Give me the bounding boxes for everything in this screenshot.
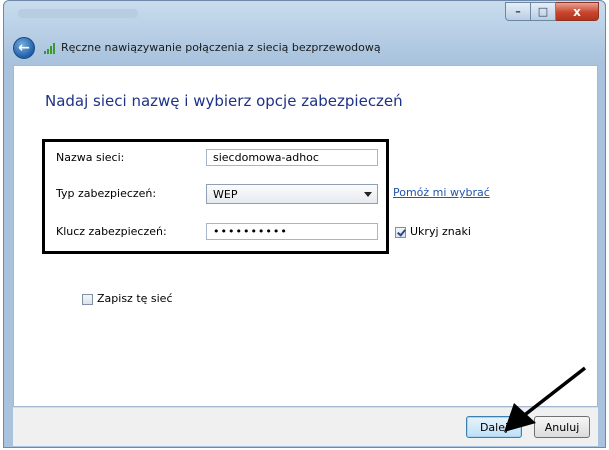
security-type-value: WEP (213, 188, 238, 201)
back-button[interactable]: ← (13, 37, 35, 59)
security-type-label: Typ zabezpieczeń: (56, 187, 157, 200)
page-heading: Nadaj sieci nazwę i wybierz opcje zabezp… (45, 92, 403, 110)
hide-characters-label: Ukryj znaki (410, 225, 471, 238)
maximize-button[interactable]: □ (531, 2, 556, 21)
hide-characters-checkbox[interactable] (395, 227, 406, 238)
back-arrow-icon: ← (18, 40, 30, 56)
minimize-button[interactable]: – (505, 2, 531, 21)
wizard-title: Ręczne nawiązywanie połączenia z siecią … (61, 41, 381, 54)
navigation-row: ← Ręczne nawiązywanie połączenia z sieci… (4, 33, 605, 63)
chevron-down-icon (364, 192, 372, 197)
annotation-arrow-icon (504, 366, 587, 432)
save-network-label: Zapisz tę sieć (97, 292, 173, 305)
window-title-blurred (18, 9, 138, 18)
window-controls: – □ x (505, 2, 599, 21)
security-key-label: Klucz zabezpieczeń: (56, 225, 167, 238)
help-me-choose-link[interactable]: Pomóż mi wybrać (393, 186, 490, 199)
network-name-input[interactable]: siecdomowa-adhoc (206, 149, 378, 166)
wizard-content: Nadaj sieci nazwę i wybierz opcje zabezp… (13, 65, 598, 407)
save-network-checkbox[interactable] (82, 294, 93, 305)
security-key-input[interactable]: •••••••••• (206, 223, 378, 240)
security-type-select[interactable]: WEP (206, 184, 378, 204)
close-button[interactable]: x (556, 2, 599, 21)
wireless-signal-icon (44, 43, 55, 54)
title-bar: – □ x (4, 1, 605, 31)
network-name-label: Nazwa sieci: (56, 151, 125, 164)
